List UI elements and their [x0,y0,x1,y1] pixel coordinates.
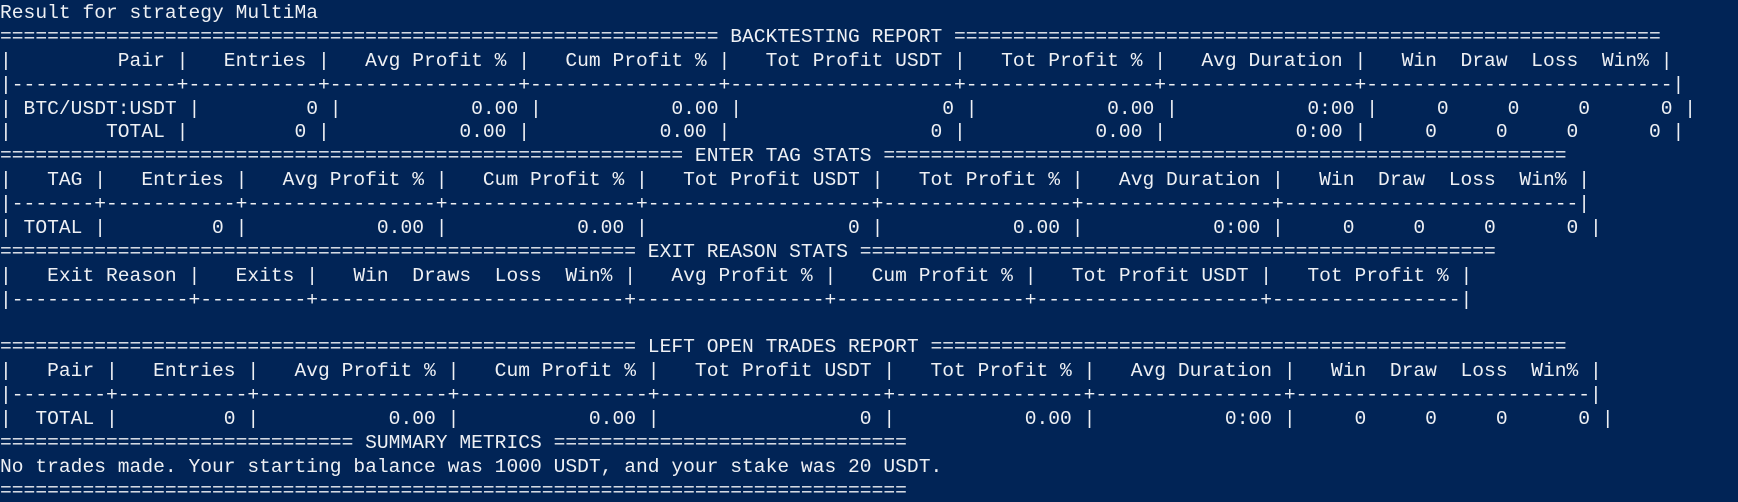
enter-tag-table-separator: |-------+-----------+----------------+--… [0,193,1591,216]
left-open-trades-row-total: | TOTAL | 0 | 0.00 | 0.00 | 0 | 0.00 | 0… [0,408,1614,431]
backtesting-row-total: | TOTAL | 0 | 0.00 | 0.00 | 0 | 0.00 | 0… [0,121,1685,144]
left-open-trades-table-header: | Pair | Entries | Avg Profit % | Cum Pr… [0,360,1602,383]
terminal-output: Result for strategy MultiMa =============… [0,2,1738,502]
summary-message: No trades made. Your starting balance wa… [0,455,943,478]
backtesting-report-header: ========================================… [0,25,1661,48]
exit-reason-table-separator: |---------------+---------+-------------… [0,288,1473,311]
backtesting-row-btc-usdt: | BTC/USDT:USDT | 0 | 0.00 | 0.00 | 0 | … [0,97,1697,120]
summary-metrics-header: ============================== SUMMARY M… [0,432,907,455]
strategy-title-line: Result for strategy MultiMa [0,2,319,24]
summary-metrics-footer: ========================================… [0,479,907,502]
left-open-trades-table-separator: |--------+-----------+----------------+-… [0,384,1602,407]
enter-tag-table-header: | TAG | Entries | Avg Profit % | Cum Pro… [0,169,1591,192]
enter-tag-row-total: | TOTAL | 0 | 0.00 | 0.00 | 0 | 0.00 | 0… [0,217,1602,240]
enter-tag-stats-header: ========================================… [0,145,1567,168]
terminal-window[interactable]: Result for strategy MultiMa =============… [0,2,1738,502]
backtesting-table-header: | Pair | Entries | Avg Profit % | Cum Pr… [0,49,1673,72]
exit-reason-table-header: | Exit Reason | Exits | Win Draws Loss W… [0,264,1473,287]
left-open-trades-header: ========================================… [0,336,1567,359]
exit-reason-stats-header: ========================================… [0,240,1496,263]
backtesting-table-separator: |--------------+-----------+------------… [0,73,1685,96]
